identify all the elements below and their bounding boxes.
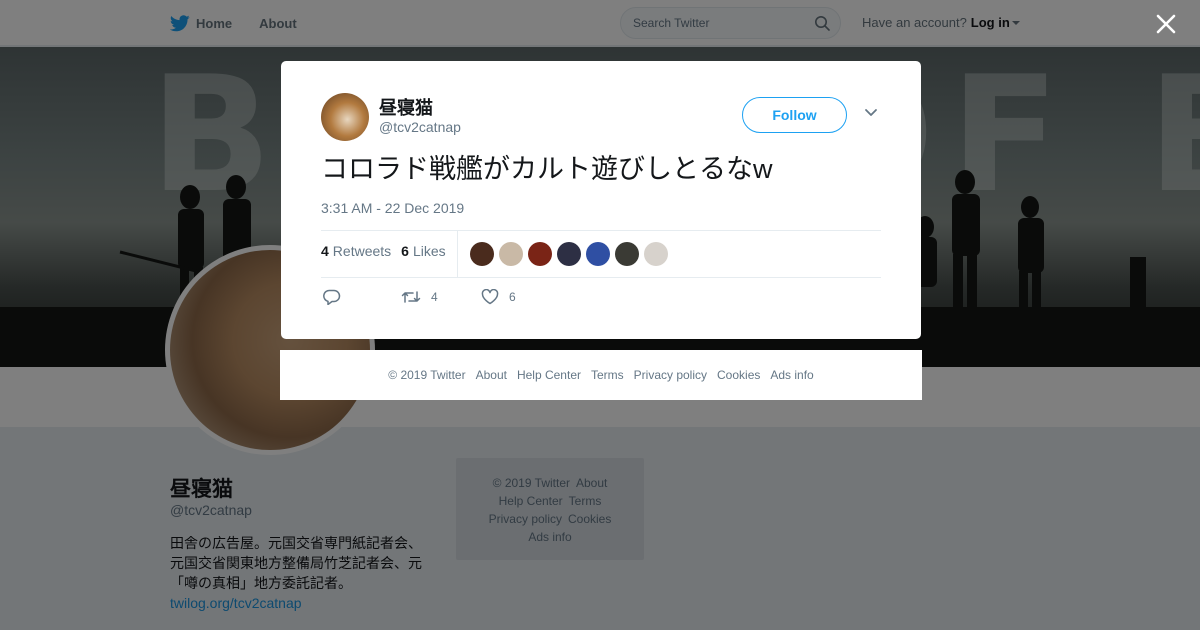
stats-separator: [457, 231, 458, 277]
tweet-timestamp[interactable]: 3:31 AM - 22 Dec 2019: [321, 200, 464, 216]
liker-avatar[interactable]: [557, 242, 581, 266]
heart-icon: [481, 289, 499, 305]
retweets-stat[interactable]: 4 Retweets: [321, 243, 391, 259]
likes-stat[interactable]: 6 Likes: [401, 243, 445, 259]
liker-avatar[interactable]: [528, 242, 552, 266]
liker-avatar[interactable]: [615, 242, 639, 266]
tweet-author-name[interactable]: 昼寝猫: [379, 94, 433, 120]
retweet-count: 4: [431, 290, 438, 304]
footer-about[interactable]: About: [476, 368, 507, 382]
footer-cookies[interactable]: Cookies: [717, 368, 760, 382]
tweet-author-handle[interactable]: @tcv2catnap: [379, 119, 461, 135]
footer-terms[interactable]: Terms: [591, 368, 624, 382]
likes-count: 6: [401, 243, 409, 259]
footer-help-center[interactable]: Help Center: [517, 368, 581, 382]
retweets-count: 4: [321, 243, 329, 259]
close-icon[interactable]: [1155, 13, 1177, 35]
tweet-stats: 4 Retweets 6 Likes: [321, 243, 456, 259]
footer-ads-info[interactable]: Ads info: [770, 368, 813, 382]
tweet-text: コロラド戦艦がカルト遊びしとるなw: [321, 154, 773, 184]
liker-avatar[interactable]: [499, 242, 523, 266]
liker-avatar[interactable]: [470, 242, 494, 266]
tweet-actions: 4 6: [323, 289, 516, 305]
tweet-author-avatar[interactable]: [321, 93, 369, 141]
follow-button[interactable]: Follow: [742, 97, 847, 133]
liker-avatar[interactable]: [644, 242, 668, 266]
like-count: 6: [509, 290, 516, 304]
footer-copyright: © 2019 Twitter: [388, 368, 466, 382]
modal-footer: © 2019 Twitter About Help Center Terms P…: [280, 350, 922, 400]
tweet-modal: 昼寝猫 @tcv2catnap Follow コロラド戦艦がカルト遊びしとるなw…: [281, 61, 921, 339]
retweets-label: Retweets: [332, 243, 392, 259]
liker-avatars: [470, 242, 673, 266]
liker-avatar[interactable]: [586, 242, 610, 266]
chevron-down-icon[interactable]: [864, 108, 878, 118]
divider: [321, 277, 881, 278]
retweet-button[interactable]: 4: [401, 290, 481, 304]
reply-button[interactable]: [323, 289, 401, 305]
footer-privacy[interactable]: Privacy policy: [634, 368, 707, 382]
reply-icon: [323, 289, 341, 305]
like-button[interactable]: 6: [481, 289, 516, 305]
divider: [321, 230, 881, 231]
likes-label: Likes: [412, 243, 446, 259]
retweet-icon: [401, 291, 421, 303]
